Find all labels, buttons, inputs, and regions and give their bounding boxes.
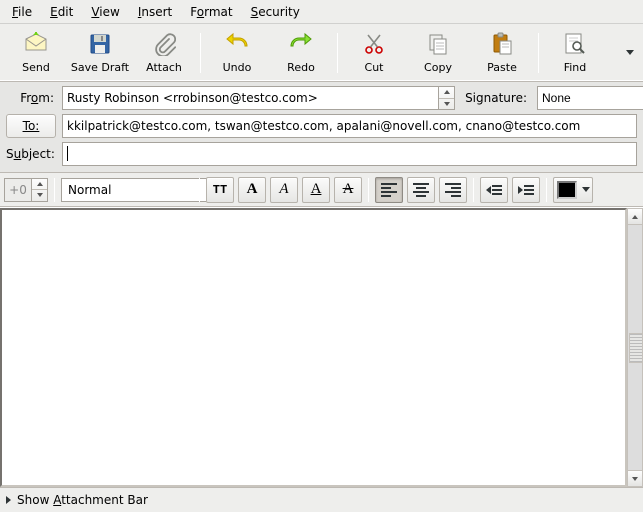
find-icon [563, 32, 587, 59]
pane-resize-grip[interactable] [629, 333, 643, 363]
envelope-send-icon [24, 32, 48, 59]
undo-icon [225, 32, 249, 59]
typewriter-button[interactable]: TT [206, 177, 234, 203]
bold-button[interactable]: A [238, 177, 266, 203]
redo-icon [289, 32, 313, 59]
color-dropdown-arrow[interactable] [579, 177, 593, 203]
format-toolbar: TT A A A A [0, 173, 643, 207]
paperclip-icon [152, 32, 176, 59]
strikethrough-button[interactable]: A [334, 177, 362, 203]
toolbar-separator [200, 33, 201, 73]
paste-button[interactable]: Paste [470, 27, 534, 79]
show-attachment-bar-toggle[interactable]: Show Attachment Bar [17, 493, 148, 507]
align-center-button[interactable] [407, 177, 435, 203]
scroll-down-button[interactable] [628, 470, 642, 486]
menu-security[interactable]: Security [243, 2, 308, 22]
format-separator [546, 178, 547, 202]
cut-button[interactable]: Cut [342, 27, 406, 79]
italic-button[interactable]: A [270, 177, 298, 203]
menu-edit[interactable]: Edit [42, 2, 81, 22]
signature-combo[interactable] [537, 86, 643, 110]
text-cursor [67, 146, 68, 161]
menu-bar: File Edit View Insert Format Security [0, 0, 643, 24]
toolbar-separator [538, 33, 539, 73]
align-right-button[interactable] [439, 177, 467, 203]
from-label: From: [6, 91, 56, 105]
redo-button[interactable]: Redo [269, 27, 333, 79]
to-button[interactable]: To: [6, 114, 56, 138]
align-center-icon [413, 183, 429, 197]
save-draft-button[interactable]: Save Draft [68, 27, 132, 79]
strikethrough-icon: A [343, 181, 354, 198]
menu-view[interactable]: View [83, 2, 127, 22]
attach-button[interactable]: Attach [132, 27, 196, 79]
clipboard-paste-icon [490, 32, 514, 59]
chevron-up-icon [632, 215, 638, 219]
text-color-button[interactable] [553, 177, 593, 203]
align-right-icon [445, 183, 461, 197]
menu-format[interactable]: Format [182, 2, 240, 22]
signature-label: Signature: [461, 91, 531, 105]
chevron-down-icon [626, 50, 634, 55]
outdent-button[interactable] [480, 177, 508, 203]
from-combo-buttons[interactable] [439, 86, 455, 110]
toolbar-overflow-button[interactable] [621, 27, 639, 79]
format-separator [368, 178, 369, 202]
tt-icon: TT [213, 183, 227, 197]
font-size-stepper[interactable] [4, 178, 32, 202]
undo-button[interactable]: Undo [205, 27, 269, 79]
toolbar-separator [337, 33, 338, 73]
status-bar: Show Attachment Bar [0, 488, 643, 512]
copy-icon [426, 32, 450, 59]
format-separator [199, 178, 200, 202]
indent-icon [518, 185, 534, 195]
send-button[interactable]: Send [4, 27, 68, 79]
italic-icon: A [279, 181, 288, 198]
copy-button[interactable]: Copy [406, 27, 470, 79]
scroll-track[interactable] [628, 225, 642, 470]
outdent-icon [486, 185, 502, 195]
subject-field[interactable] [62, 142, 637, 166]
to-field[interactable] [62, 114, 637, 138]
format-separator [54, 178, 55, 202]
underline-icon: A [311, 181, 322, 198]
chevron-down-icon [582, 187, 590, 192]
color-swatch-icon [557, 181, 577, 199]
font-size-spin[interactable] [32, 178, 48, 202]
scroll-up-button[interactable] [628, 209, 642, 225]
vertical-scrollbar[interactable] [627, 208, 643, 487]
editor-area [0, 207, 643, 488]
indent-button[interactable] [512, 177, 540, 203]
expand-right-icon[interactable] [6, 496, 11, 504]
main-toolbar: Send Save Draft Attach Undo Redo Cut [0, 24, 643, 82]
chevron-down-icon [632, 477, 638, 481]
floppy-disk-icon [88, 32, 112, 59]
align-left-icon [381, 183, 397, 197]
from-combo[interactable] [62, 86, 439, 110]
underline-button[interactable]: A [302, 177, 330, 203]
subject-label: Subject: [6, 147, 56, 161]
compose-headers: From: Signature: To: Subject: [0, 82, 643, 173]
find-button[interactable]: Find [543, 27, 607, 79]
menu-insert[interactable]: Insert [130, 2, 180, 22]
format-separator [473, 178, 474, 202]
align-left-button[interactable] [375, 177, 403, 203]
menu-file[interactable]: File [4, 2, 40, 22]
bold-icon: A [247, 181, 258, 198]
message-body[interactable] [0, 208, 627, 487]
scissors-icon [362, 32, 386, 59]
paragraph-style-combo[interactable] [61, 178, 225, 202]
